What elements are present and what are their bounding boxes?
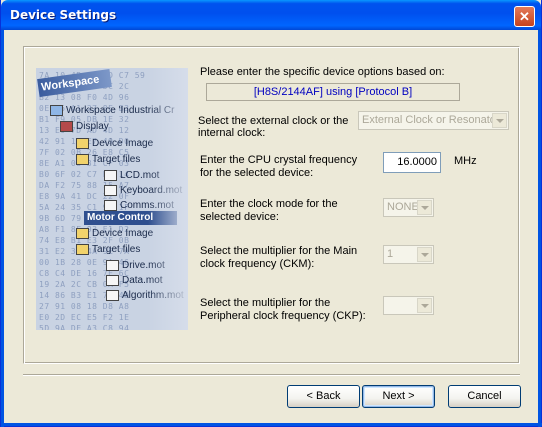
tree-item-display: Display (60, 121, 109, 132)
window-frame-bottom (1, 423, 542, 426)
clock-source-label-line2: internal clock: (198, 127, 266, 139)
illustration-fade (148, 68, 188, 330)
clock-source-select[interactable]: External Clock or Resonato (358, 111, 509, 130)
crystal-label-line2: for the selected device: (200, 167, 314, 179)
clock-mode-label-line2: selected device: (200, 211, 279, 223)
file-icon (106, 260, 119, 271)
chip-icon (60, 121, 73, 132)
tree-item-target-files: Target files (76, 154, 140, 165)
ckm-label-line1: Select the multiplier for the Main (200, 245, 358, 257)
chevron-down-icon[interactable] (417, 200, 432, 215)
workspace-illustration: 7A 10 4B 83 9D C7 59 D0 6F 0A FF 5C 2C B… (36, 68, 188, 330)
folder-icon (76, 244, 89, 255)
window-frame-right (538, 30, 541, 427)
clock-mode-select[interactable]: NONE (383, 198, 434, 217)
clock-mode-label-line1: Enter the clock mode for the (200, 198, 338, 210)
device-info-box: [H8S/2144AF] using [Protocol B] (206, 83, 460, 101)
intro-text: Please enter the specific device options… (200, 66, 445, 78)
folder-icon (76, 138, 89, 149)
tree-item-target-files: Target files (76, 244, 140, 255)
chevron-down-icon[interactable] (417, 247, 432, 262)
folder-icon (76, 154, 89, 165)
workspace-icon (50, 105, 63, 116)
chevron-down-icon[interactable] (417, 298, 432, 313)
crystal-frequency-input[interactable]: 16.0000 (383, 152, 441, 173)
close-icon[interactable]: ✕ (514, 6, 535, 27)
title-bar[interactable]: Device Settings ✕ (1, 0, 541, 30)
ckm-multiplier-select[interactable]: 1 (383, 245, 434, 264)
device-settings-window: Device Settings ✕ 7A 10 4B 83 9D C7 59 D… (0, 0, 542, 427)
folder-icon (76, 228, 89, 239)
file-icon (106, 275, 119, 286)
tree-item-device-image: Device Image (76, 138, 153, 149)
crystal-unit-label: MHz (454, 155, 477, 167)
file-icon (104, 170, 117, 181)
ckp-label-line1: Select the multiplier for the (200, 297, 331, 309)
crystal-label-line1: Enter the CPU crystal frequency (200, 154, 358, 166)
button-separator (23, 374, 520, 376)
ckp-label-line2: Peripheral clock frequency (CKP): (200, 310, 366, 322)
ckp-multiplier-select[interactable] (383, 296, 434, 315)
file-icon (104, 185, 117, 196)
window-frame-left (1, 30, 4, 427)
next-button[interactable]: Next > (362, 385, 435, 408)
cancel-button[interactable]: Cancel (448, 385, 521, 408)
file-icon (106, 290, 119, 301)
window-title: Device Settings (10, 8, 117, 22)
back-button[interactable]: < Back (287, 385, 360, 408)
chevron-down-icon[interactable] (492, 113, 507, 128)
file-icon (104, 200, 117, 211)
ckm-label-line2: clock frequency (CKM): (200, 258, 315, 270)
tree-item-device-image: Device Image (76, 228, 153, 239)
